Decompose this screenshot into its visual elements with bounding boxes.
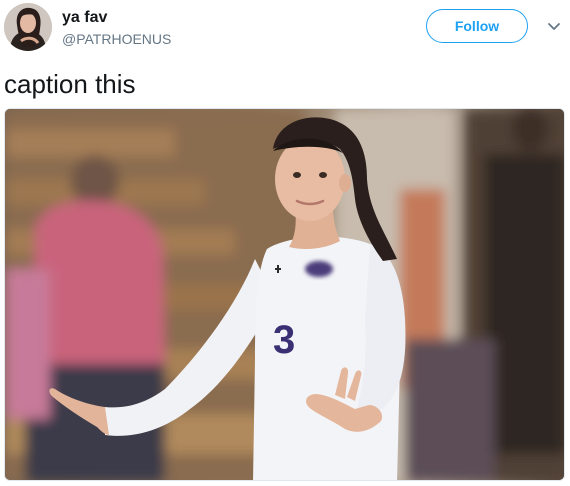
tweet-text: caption this bbox=[4, 69, 136, 99]
jersey-number: 3 bbox=[273, 318, 295, 362]
follow-button[interactable]: Follow bbox=[426, 9, 528, 43]
display-name[interactable]: ya fav bbox=[62, 8, 107, 28]
tweet-card: ya fav @PATRHOENUS Follow caption this 3 bbox=[0, 0, 570, 486]
chevron-down-glyph bbox=[548, 23, 560, 30]
user-handle[interactable]: @PATRHOENUS bbox=[62, 30, 171, 48]
avatar-photo bbox=[4, 3, 52, 51]
volleyball-player-photo: 3 bbox=[5, 109, 564, 480]
chevron-down-icon[interactable] bbox=[546, 18, 562, 34]
avatar[interactable] bbox=[4, 3, 52, 51]
tweet-media-photo[interactable]: 3 bbox=[4, 108, 565, 481]
